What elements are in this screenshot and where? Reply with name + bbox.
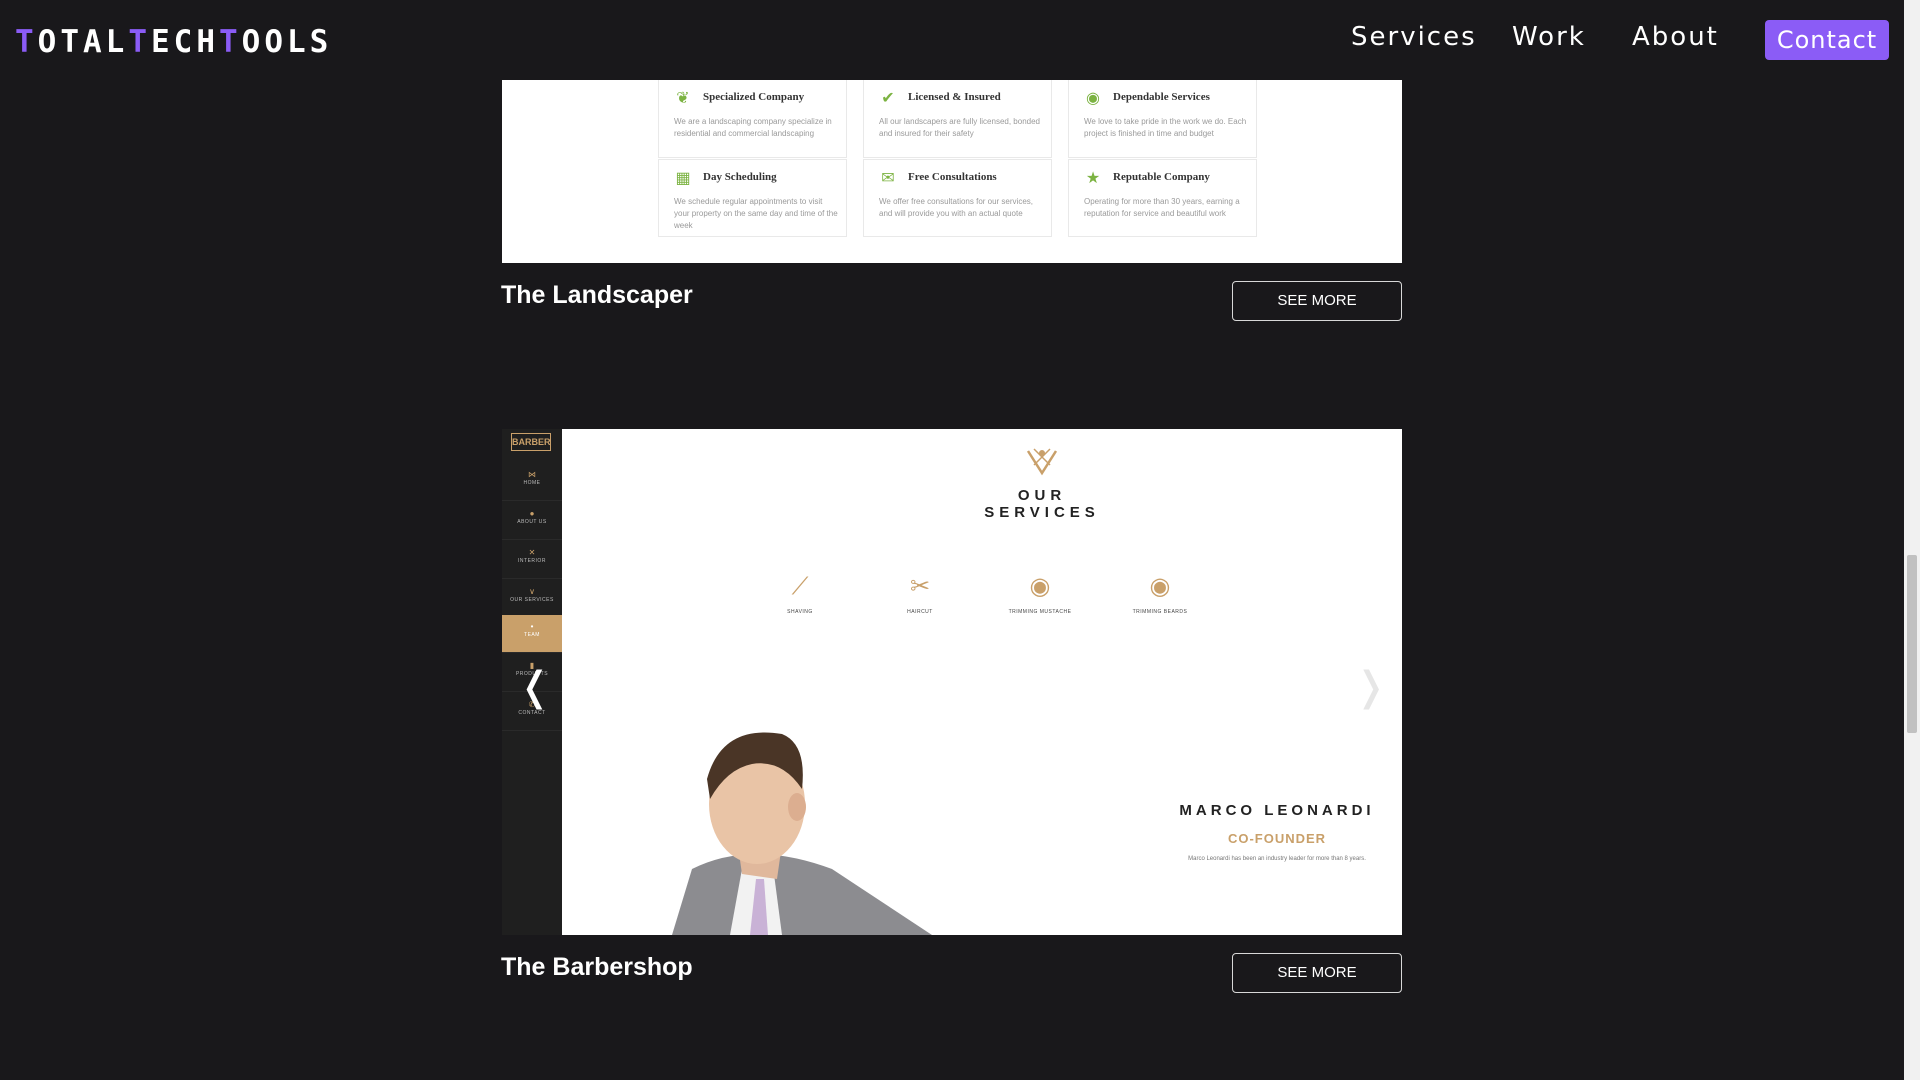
feature-title: Licensed & Insured xyxy=(908,91,1001,103)
nav-link-work[interactable]: Work xyxy=(1512,22,1586,52)
barber-sidebar: BARBER ⋈ HOME ● ABOUT US ✕ INTERIOR ∨ OU… xyxy=(502,429,562,935)
barber-nav-label: INTERIOR xyxy=(518,558,546,564)
barber-nav-services[interactable]: ∨ OUR SERVICES xyxy=(502,580,562,618)
services-heading: OUR SERVICES xyxy=(984,487,1100,521)
razor-icon: ⟋ xyxy=(791,573,809,600)
project-title-barbershop: The Barbershop xyxy=(501,953,693,981)
logo-text: OTAL xyxy=(37,24,129,60)
member-role: CO-FOUNDER xyxy=(1227,831,1327,846)
bow-tie-icon: ⋈ xyxy=(528,470,536,479)
service-label: TRIMMING BEARDS xyxy=(1132,609,1188,615)
feature-desc: We offer free consultations for our serv… xyxy=(879,197,1033,218)
contact-button[interactable]: Contact xyxy=(1765,20,1889,60)
feature-card: ★ Reputable Company Operating for more t… xyxy=(1068,159,1257,237)
thumbs-up-icon: ◉ xyxy=(1086,90,1100,107)
check-circle-icon: ✔ xyxy=(881,90,895,107)
feature-card: ✔ Licensed & Insured All our landscapers… xyxy=(863,80,1052,158)
top-navbar: TOTALTECHTOOLS Services Work About Conta… xyxy=(0,0,1904,80)
feature-desc: We love to take pride in the work we do.… xyxy=(1084,117,1247,138)
logo-text: OOLS xyxy=(241,24,333,60)
chat-bubbles-icon: ✉ xyxy=(881,170,895,187)
beard-icon: ◉ xyxy=(1149,573,1171,600)
barber-nav-label: ABOUT US xyxy=(517,519,547,525)
page-scrollbar[interactable] xyxy=(1904,0,1920,1080)
feature-title: Day Scheduling xyxy=(703,171,777,183)
barbershop-preview[interactable]: BARBER ⋈ HOME ● ABOUT US ✕ INTERIOR ∨ OU… xyxy=(502,429,1402,935)
feature-title: Free Consultations xyxy=(908,171,997,183)
barber-nav-about[interactable]: ● ABOUT US xyxy=(502,502,562,540)
service-label: TRIMMING MUSTACHE xyxy=(1008,609,1072,615)
logo-letter: T xyxy=(15,24,38,60)
feature-title: Specialized Company xyxy=(703,91,805,103)
nav-link-services[interactable]: Services xyxy=(1351,22,1477,52)
calendar-icon: ▦ xyxy=(675,170,691,187)
site-logo[interactable]: TOTALTECHTOOLS xyxy=(15,24,332,60)
mustache-icon: ◉ xyxy=(1029,573,1051,600)
chevron-right-icon[interactable]: ❭ xyxy=(1354,664,1388,710)
member-bio: Marco Leonardi has been an industry lead… xyxy=(1188,856,1366,862)
person-icon: ● xyxy=(529,509,535,518)
barber-nav-label: HOME xyxy=(523,480,541,486)
feature-desc: We schedule regular appointments to visi… xyxy=(674,197,838,230)
crest-icon: ∨ xyxy=(529,587,535,596)
logo-letter: T xyxy=(128,24,151,60)
team-member-photo xyxy=(672,732,932,935)
see-more-button-barbershop[interactable]: SEE MORE xyxy=(1232,953,1402,993)
feature-card: ◉ Dependable Services We love to take pr… xyxy=(1068,80,1257,158)
barber-nav-label: OUR SERVICES xyxy=(510,597,554,603)
barber-crest-icon xyxy=(1026,448,1058,476)
feature-card: ▦ Day Scheduling We schedule regular app… xyxy=(658,159,847,237)
landscaper-preview[interactable]: ❦ Specialized Company We are a landscapi… xyxy=(502,80,1402,263)
project-title-landscaper: The Landscaper xyxy=(501,281,693,309)
trophy-icon: ★ xyxy=(1085,170,1101,187)
feature-title: Reputable Company xyxy=(1113,171,1210,183)
logo-text: ECH xyxy=(151,24,219,60)
barber-nav-label: TEAM xyxy=(524,632,540,638)
service-item: ◉ TRIMMING BEARDS xyxy=(1120,569,1200,615)
chevron-left-icon[interactable]: ❬ xyxy=(518,664,552,710)
feature-desc: Operating for more than 30 years, earnin… xyxy=(1084,197,1240,218)
logo-letter: T xyxy=(219,24,242,60)
service-item: ✂ HAIRCUT xyxy=(880,569,960,615)
feature-desc: We are a landscaping company specialize … xyxy=(674,117,832,138)
barber-logo: BARBER xyxy=(511,433,551,451)
service-item: ◉ TRIMMING MUSTACHE xyxy=(1000,569,1080,615)
leaf-icon: ❦ xyxy=(676,90,690,107)
see-more-button-landscaper[interactable]: SEE MORE xyxy=(1232,281,1402,321)
feature-desc: All our landscapers are fully licensed, … xyxy=(879,117,1040,138)
nav-link-about[interactable]: About xyxy=(1632,22,1719,52)
barber-nav-team[interactable]: • TEAM xyxy=(502,615,562,653)
feature-card: ✉ Free Consultations We offer free consu… xyxy=(863,159,1052,237)
barber-nav-interior[interactable]: ✕ INTERIOR xyxy=(502,541,562,579)
service-label: SHAVING xyxy=(787,609,813,615)
service-label: HAIRCUT xyxy=(907,609,933,615)
scissors-icon: ✕ xyxy=(528,548,536,557)
scrollbar-thumb[interactable] xyxy=(1907,555,1917,733)
barber-nav-label: CONTACT xyxy=(518,710,546,716)
feature-card: ❦ Specialized Company We are a landscapi… xyxy=(658,80,847,158)
team-icon: • xyxy=(530,622,534,631)
member-name: MARCO LEONARDI xyxy=(1179,802,1375,819)
scissors-icon: ✂ xyxy=(909,573,931,600)
barber-nav-home[interactable]: ⋈ HOME xyxy=(502,463,562,501)
feature-title: Dependable Services xyxy=(1113,91,1210,103)
service-item: ⟋ SHAVING xyxy=(760,569,840,615)
